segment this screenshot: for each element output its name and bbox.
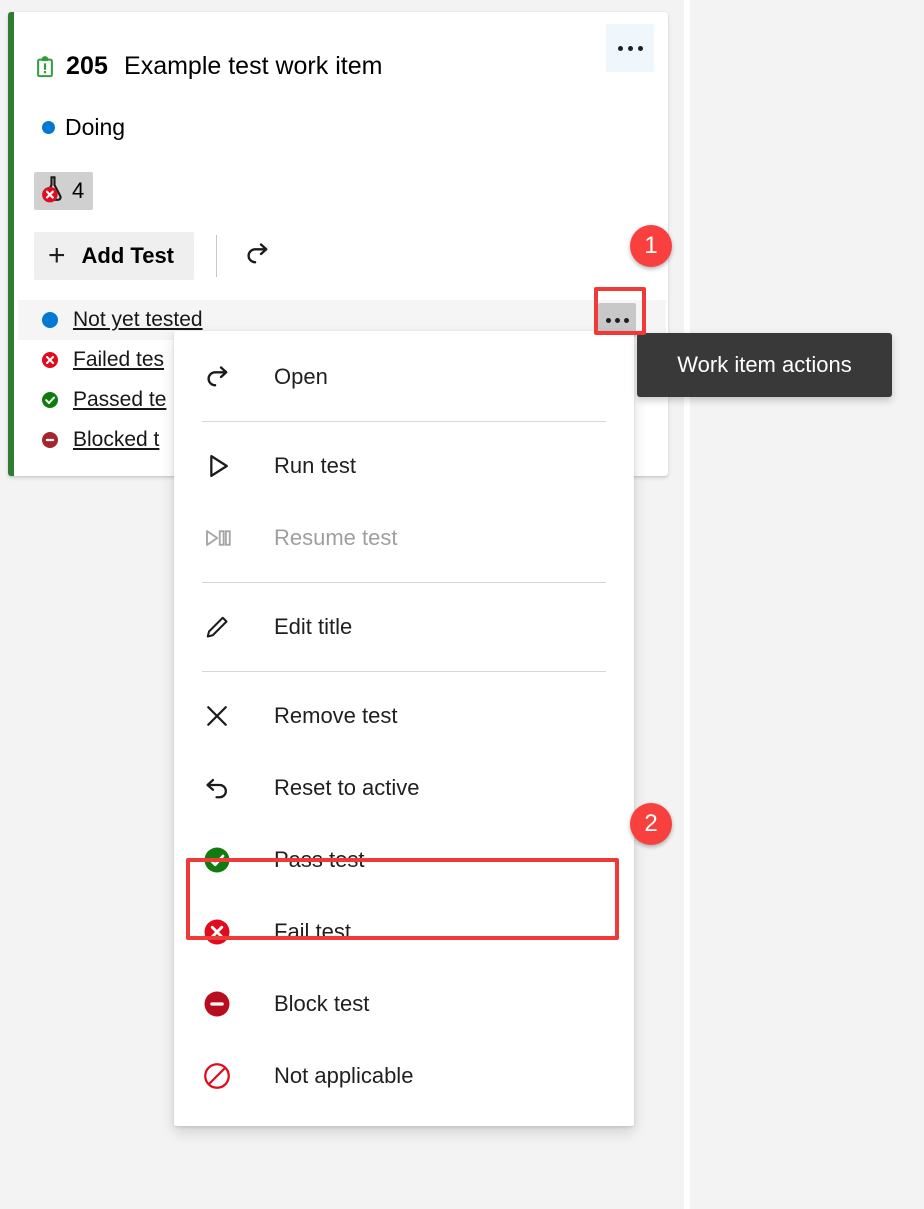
not-applicable-slash-circle-icon — [202, 1061, 248, 1091]
menu-item-label: Fail test — [274, 919, 352, 944]
failed-status-icon — [40, 350, 60, 370]
close-x-icon — [202, 701, 248, 731]
work-item-actions-tooltip: Work item actions — [637, 333, 892, 397]
tooltip-text: Work item actions — [677, 352, 852, 377]
state-label: Doing — [65, 114, 126, 140]
menu-item-open[interactable]: Open — [174, 341, 634, 413]
add-test-button[interactable]: + Add Test — [34, 232, 195, 280]
menu-item-pass-test[interactable]: Pass test — [174, 824, 634, 896]
card-overflow-menu-button[interactable] — [606, 24, 654, 72]
refresh-button[interactable] — [239, 238, 275, 274]
undo-arrow-icon — [202, 773, 248, 803]
menu-item-resume-test: Resume test — [174, 502, 634, 574]
plus-icon: + — [48, 239, 66, 272]
block-minus-circle-icon — [202, 989, 248, 1019]
menu-item-label: Run test — [274, 453, 356, 478]
right-background-column — [690, 0, 924, 1209]
failed-test-count: 4 — [72, 178, 85, 203]
menu-item-label: Remove test — [274, 703, 398, 728]
open-arrow-icon — [202, 362, 248, 392]
menu-divider — [202, 421, 606, 422]
add-test-label: Add Test — [81, 243, 175, 268]
ellipsis-icon — [617, 45, 643, 51]
menu-item-label: Pass test — [274, 847, 365, 872]
pencil-icon — [202, 612, 248, 642]
menu-item-run-test[interactable]: Run test — [174, 430, 634, 502]
refresh-arrow-icon — [242, 239, 272, 274]
play-icon — [202, 450, 248, 482]
blocked-status-icon — [40, 430, 60, 450]
card-accent-bar — [8, 12, 14, 476]
not-run-status-icon — [40, 310, 60, 330]
menu-item-not-applicable[interactable]: Not applicable — [174, 1040, 634, 1112]
state-dot-icon — [42, 121, 55, 134]
menu-item-edit-title[interactable]: Edit title — [174, 591, 634, 663]
card-header: 205 Example test work item — [34, 52, 382, 81]
test-list-item-label[interactable]: Not yet tested — [73, 308, 203, 332]
failed-test-badge[interactable]: 4 — [34, 172, 94, 210]
failed-test-flask-icon — [38, 174, 68, 209]
menu-divider — [202, 582, 606, 583]
menu-item-remove-test[interactable]: Remove test — [174, 680, 634, 752]
resume-play-pause-icon — [202, 523, 248, 553]
test-list-item-label[interactable]: Passed te — [73, 388, 166, 412]
menu-item-block-test[interactable]: Block test — [174, 968, 634, 1040]
task-clipboard-icon — [34, 55, 56, 78]
test-context-menu: Open Run test Resume test Edit title Rem… — [174, 331, 634, 1126]
menu-divider — [202, 671, 606, 672]
fail-x-circle-icon — [202, 917, 248, 947]
menu-item-label: Edit title — [274, 614, 353, 639]
menu-item-label: Open — [274, 364, 328, 389]
menu-item-label: Block test — [274, 991, 370, 1016]
work-item-id: 205 — [66, 52, 109, 80]
menu-item-label: Resume test — [274, 525, 398, 550]
toolbar-divider — [216, 235, 218, 277]
menu-item-label: Reset to active — [274, 775, 420, 800]
card-toolbar: + Add Test — [34, 232, 275, 280]
menu-item-label: Not applicable — [274, 1063, 414, 1088]
menu-item-fail-test[interactable]: Fail test — [174, 896, 634, 968]
menu-item-reset-to-active[interactable]: Reset to active — [174, 752, 634, 824]
work-item-title[interactable]: Example test work item — [124, 52, 382, 81]
test-list-item-label[interactable]: Blocked t — [73, 428, 159, 452]
work-item-state: Doing — [42, 114, 125, 141]
test-list-item-label[interactable]: Failed tes — [73, 348, 164, 372]
passed-status-icon — [40, 390, 60, 410]
pass-check-circle-icon — [202, 845, 248, 875]
ellipsis-icon — [605, 317, 629, 323]
